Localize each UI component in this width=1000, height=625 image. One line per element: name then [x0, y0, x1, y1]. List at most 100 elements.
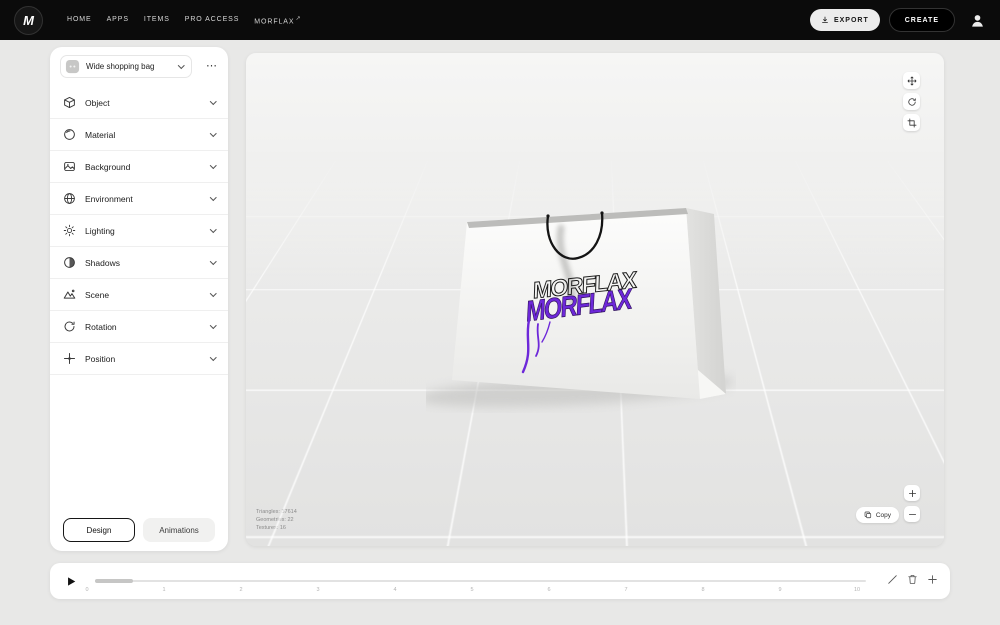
tick-label: 1	[162, 587, 166, 593]
sidebar-item-environment[interactable]: Environment	[50, 183, 228, 215]
chevron-down-icon	[209, 258, 216, 265]
create-button[interactable]: CREATE	[888, 8, 955, 32]
stat-triangles: Triangles: 37614	[256, 509, 297, 515]
delete-keyframe-button[interactable]	[907, 574, 918, 585]
morflax-logo[interactable]: M	[14, 5, 43, 35]
preset-row: Wide shopping bag ⋯	[60, 55, 218, 78]
ease-curve-button[interactable]	[887, 574, 898, 585]
section-label: Material	[85, 129, 116, 140]
stat-textures: Textures: 16	[256, 525, 286, 531]
nav-pro-access[interactable]: PRO ACCESS	[185, 16, 240, 23]
section-label: Object	[85, 97, 110, 108]
sidebar-item-material[interactable]: Material	[50, 119, 228, 151]
sidebar-item-scene[interactable]: Scene	[50, 279, 228, 311]
section-label: Rotation	[85, 321, 117, 332]
sun-icon	[63, 224, 76, 237]
timeline-ticks: 0 1 2 3 4 5 6 7 8 9 10	[83, 587, 861, 593]
design-tab-button[interactable]: Design	[63, 518, 135, 542]
sidebar-item-lighting[interactable]: Lighting	[50, 215, 228, 247]
settings-sections: Object Material Background Environment L…	[50, 87, 228, 375]
zoom-controls	[904, 485, 920, 522]
reset-rotation-button[interactable]	[903, 93, 920, 110]
download-icon	[822, 16, 828, 23]
trash-icon	[908, 574, 917, 585]
tick-label: 9	[778, 587, 782, 593]
section-label: Lighting	[85, 225, 115, 236]
sidebar-item-shadows[interactable]: Shadows	[50, 247, 228, 279]
timeline-actions	[887, 574, 938, 585]
person-icon	[971, 14, 983, 27]
chevron-down-icon	[209, 162, 216, 169]
animations-tab-button[interactable]: Animations	[143, 518, 215, 542]
mesh-stats: Triangles: 37614 Geometries: 22 Textures…	[256, 508, 297, 532]
globe-icon	[64, 193, 75, 204]
section-label: Position	[85, 353, 116, 364]
preset-thumbnail-icon	[65, 59, 80, 74]
timeline-track[interactable]	[95, 579, 866, 583]
nav-items[interactable]: ITEMS	[144, 16, 170, 23]
plus-icon	[928, 575, 937, 584]
timeline-scrub-handle[interactable]	[95, 579, 133, 583]
perspective-grid-floor	[246, 53, 944, 162]
play-button[interactable]	[64, 573, 78, 589]
tick-label: 10	[853, 587, 861, 593]
ease-curve-icon	[888, 575, 897, 584]
sidebar-item-background[interactable]: Background	[50, 151, 228, 183]
nav-apps[interactable]: APPS	[107, 16, 129, 23]
copy-label: Copy	[875, 511, 891, 519]
section-label: Environment	[85, 193, 133, 204]
preset-label: Wide shopping bag	[86, 62, 155, 71]
image-icon	[64, 161, 75, 172]
add-keyframe-button[interactable]	[927, 574, 938, 585]
user-avatar[interactable]	[968, 11, 986, 29]
export-button[interactable]: EXPORT	[809, 9, 880, 31]
topbar-actions: EXPORT CREATE	[809, 8, 986, 32]
copy-icon	[864, 511, 871, 519]
stat-geometries: Geometries: 22	[256, 517, 294, 523]
preset-dropdown[interactable]: Wide shopping bag	[60, 55, 192, 78]
chevron-down-icon	[209, 290, 216, 297]
nav-morflax-label: MORFLAX	[254, 18, 295, 26]
section-label: Shadows	[85, 257, 120, 268]
tick-label: 5	[470, 587, 474, 593]
preset-menu-button[interactable]: ⋯	[206, 61, 218, 72]
copy-button[interactable]: Copy	[855, 507, 899, 523]
move-tool-button[interactable]	[903, 72, 920, 89]
panel-footer: Design Animations	[50, 518, 228, 542]
refresh-icon	[907, 97, 916, 106]
export-label: EXPORT	[833, 16, 869, 24]
play-icon	[67, 576, 75, 586]
viewport-tools	[903, 72, 920, 131]
shopping-bag-render[interactable]: MORFLAX MORFLAX	[426, 198, 736, 413]
tick-label: 6	[547, 587, 551, 593]
minus-icon	[908, 513, 916, 515]
sidebar-item-object[interactable]: Object	[50, 87, 228, 119]
main-nav: HOME APPS ITEMS PRO ACCESS MORFLAX↗	[67, 15, 301, 25]
move-icon	[907, 76, 916, 85]
crop-icon	[907, 118, 916, 127]
zoom-in-button[interactable]	[904, 485, 920, 501]
plus-icon	[908, 489, 916, 497]
chevron-down-icon	[209, 194, 216, 201]
section-label: Scene	[85, 289, 110, 300]
half-circle-shadow-icon	[64, 257, 75, 268]
chevron-down-icon	[209, 226, 216, 233]
nav-home[interactable]: HOME	[67, 16, 92, 23]
logo-letter: M	[23, 12, 34, 28]
tick-label: 2	[239, 587, 243, 593]
viewport-3d-canvas[interactable]: MORFLAX MORFLAX Triangles: 37614 Geometr…	[246, 53, 944, 546]
nav-morflax-external[interactable]: MORFLAX↗	[254, 15, 301, 25]
tick-label: 4	[393, 587, 397, 593]
material-sphere-icon	[64, 129, 75, 140]
timeline-bar: 0 1 2 3 4 5 6 7 8 9 10	[50, 563, 950, 599]
zoom-out-button[interactable]	[904, 506, 920, 522]
settings-panel: Wide shopping bag ⋯ Object Material Back…	[50, 47, 228, 551]
chevron-down-icon	[177, 62, 184, 69]
crop-tool-button[interactable]	[903, 114, 920, 131]
chevron-down-icon	[209, 130, 216, 137]
mountain-scene-icon	[63, 289, 76, 299]
chevron-down-icon	[209, 322, 216, 329]
sidebar-item-position[interactable]: Position	[50, 343, 228, 375]
sidebar-item-rotation[interactable]: Rotation	[50, 311, 228, 343]
section-label: Background	[85, 161, 131, 172]
